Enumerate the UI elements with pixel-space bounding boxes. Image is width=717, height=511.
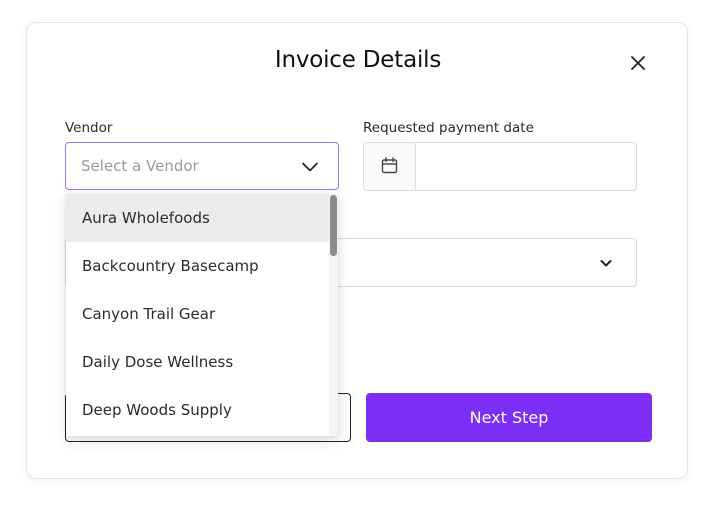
vendor-placeholder: Select a Vendor: [81, 157, 199, 175]
vendor-option[interactable]: Backcountry Basecamp: [66, 242, 329, 290]
modal-title: Invoice Details: [274, 47, 442, 73]
vendor-select[interactable]: Select a Vendor: [65, 142, 339, 190]
vendor-dropdown-list: Aura Wholefoods Backcountry Basecamp Can…: [66, 194, 338, 436]
payment-date-field: [363, 142, 637, 191]
close-icon: [631, 56, 645, 70]
vendor-label: Vendor: [65, 120, 113, 136]
next-step-button[interactable]: Next Step: [366, 393, 652, 442]
vendor-option[interactable]: Canyon Trail Gear: [66, 290, 329, 338]
calendar-icon: [381, 157, 398, 174]
calendar-button[interactable]: [364, 143, 416, 190]
chevron-down-icon: [600, 260, 612, 267]
vendor-option[interactable]: Aura Wholefoods: [66, 194, 329, 242]
payment-date-label: Requested payment date: [363, 120, 534, 136]
invoice-details-modal: Invoice Details Vendor Select a Vendor R…: [26, 22, 688, 479]
vendor-option[interactable]: Deep Woods Supply: [66, 386, 329, 434]
dropdown-scrollbar[interactable]: [329, 194, 338, 436]
chevron-down-icon: [302, 162, 318, 172]
vendor-option[interactable]: Daily Dose Wellness: [66, 338, 329, 386]
scrollbar-thumb[interactable]: [330, 195, 337, 256]
payment-date-input[interactable]: [417, 143, 635, 190]
close-button[interactable]: [627, 52, 649, 74]
